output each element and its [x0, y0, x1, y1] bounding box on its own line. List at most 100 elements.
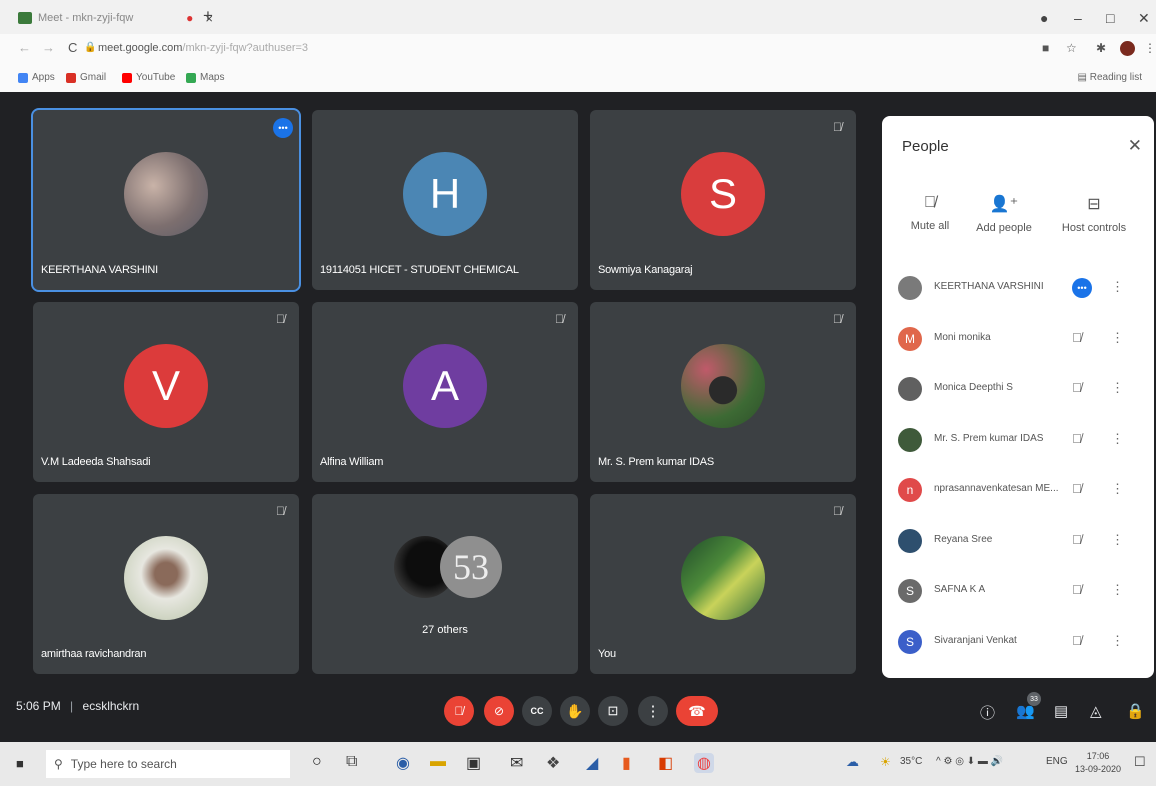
window-close-button[interactable]: ✕ — [1138, 10, 1150, 27]
self-tile[interactable]: 🎙̸ You — [590, 494, 856, 674]
mic-off-icon: 🎙̸ — [833, 312, 842, 326]
more-vert-icon[interactable]: ⋮ — [1111, 532, 1124, 548]
search-placeholder: Type here to search — [70, 757, 177, 771]
mail-icon[interactable]: ✉ — [510, 753, 523, 773]
participant-tile[interactable]: 🎙̸ V V.M Ladeeda Shahsadi — [33, 302, 299, 482]
weather-icon[interactable]: ☀ — [880, 755, 891, 769]
participant-tile[interactable]: 🎙̸ Mr. S. Prem kumar IDAS — [590, 302, 856, 482]
list-item[interactable]: KEERTHANA VARSHINI ••• ⋮ — [882, 264, 1154, 315]
more-options-button[interactable]: ⋮ — [638, 696, 668, 726]
more-options-icon[interactable]: ••• — [273, 118, 293, 138]
bookmark-label: Gmail — [80, 72, 107, 83]
raise-hand-button[interactable]: ✋ — [560, 696, 590, 726]
list-item[interactable]: Mr. S. Prem kumar IDAS 🎙̸ ⋮ — [882, 416, 1154, 467]
bookmark-maps[interactable]: Maps — [186, 72, 224, 83]
office-icon[interactable]: ◧ — [658, 753, 673, 773]
browser-tab-bar: Meet - mkn-zyji-fqw ● × + ● – □ ✕ — [0, 0, 1156, 34]
extensions-icon[interactable]: ✱ — [1096, 41, 1106, 55]
list-item[interactable]: Monica Deepthi S 🎙̸ ⋮ — [882, 365, 1154, 416]
onedrive-icon[interactable]: ☁ — [846, 754, 859, 770]
dropbox-icon[interactable]: ❖ — [546, 753, 560, 773]
participant-name: Sivaranjani Venkat — [934, 634, 1017, 646]
avatar: n — [898, 478, 922, 502]
participant-name: Reyana Sree — [934, 533, 993, 545]
browser-menu-icon[interactable]: ⋮ — [1144, 41, 1156, 55]
more-vert-icon[interactable]: ⋮ — [1111, 481, 1124, 497]
captions-button[interactable]: CC — [522, 696, 552, 726]
bookmark-youtube[interactable]: YouTube — [122, 72, 175, 83]
system-clock[interactable]: 17:06 13-09-2020 — [1075, 750, 1121, 776]
more-vert-icon[interactable]: ⋮ — [1111, 582, 1124, 598]
mute-all-button[interactable]: 🎙̸ Mute all — [890, 194, 970, 232]
camera-indicator-icon[interactable]: ■ — [1042, 41, 1049, 55]
participant-photo — [124, 152, 208, 236]
add-people-button[interactable]: 👤⁺ Add people — [964, 194, 1044, 234]
participant-name: SAFNA K A — [934, 584, 986, 595]
more-vert-icon[interactable]: ⋮ — [1111, 279, 1124, 295]
cortana-icon[interactable]: ○ — [312, 753, 322, 771]
participant-tile[interactable]: 🎙̸ S Sowmiya Kanagaraj — [590, 110, 856, 290]
reload-icon[interactable]: C — [68, 40, 77, 55]
list-item[interactable]: n nprasannavenkatesan ME... 🎙̸ ⋮ — [882, 466, 1154, 517]
others-tile[interactable]: 53 27 others — [312, 494, 578, 674]
host-controls-lock-icon[interactable]: 🔒 — [1126, 702, 1145, 720]
windows-start-icon[interactable]: ■ — [16, 756, 24, 771]
minimize-button[interactable]: – — [1074, 10, 1082, 26]
language-indicator[interactable]: ENG — [1046, 756, 1068, 767]
list-item[interactable]: S SAFNA K A 🎙̸ ⋮ — [882, 567, 1154, 618]
camera-toggle-button[interactable]: ⊘ — [484, 696, 514, 726]
bookmark-apps[interactable]: Apps — [18, 72, 55, 83]
file-explorer-icon[interactable]: ▬ — [430, 753, 446, 771]
participant-tile[interactable]: 🎙̸ amirthaa ravichandran — [33, 494, 299, 674]
participant-tile[interactable]: ••• KEERTHANA VARSHINI — [31, 108, 301, 292]
chat-icon[interactable]: ▤ — [1054, 702, 1068, 720]
participant-tile[interactable]: 🎙̸ A Alfina William — [312, 302, 578, 482]
profile-avatar[interactable] — [1120, 41, 1135, 56]
store-icon[interactable]: ▣ — [466, 753, 481, 773]
meeting-details-icon[interactable]: ⓘ — [980, 702, 995, 723]
app-icon[interactable]: ◢ — [586, 753, 598, 773]
participant-count-badge: 33 — [1027, 692, 1041, 706]
edge-icon[interactable]: ◉ — [396, 753, 410, 773]
participant-name: KEERTHANA VARSHINI — [41, 264, 159, 276]
action-label: Add people — [976, 222, 1032, 234]
host-controls-button[interactable]: ⊟ Host controls — [1052, 194, 1136, 234]
chrome-icon[interactable]: ◍ — [694, 753, 714, 773]
bookmark-star-icon[interactable]: ☆ — [1066, 41, 1077, 55]
mic-toggle-button[interactable]: 🎙̸ — [444, 696, 474, 726]
more-vert-icon[interactable]: ⋮ — [1111, 431, 1124, 447]
notifications-icon[interactable]: ☐ — [1134, 754, 1146, 770]
panel-close-button[interactable]: ✕ — [1128, 136, 1142, 156]
panel-title: People — [902, 138, 949, 155]
url-field[interactable]: meet.google.com/mkn-zyji-fqw?authuser=3 — [98, 42, 308, 54]
maximize-button[interactable]: □ — [1106, 10, 1114, 26]
task-view-icon[interactable]: ⧉ — [346, 753, 357, 771]
list-item[interactable]: Reyana Sree 🎙̸ ⋮ — [882, 517, 1154, 568]
leave-call-button[interactable]: ☎ — [676, 696, 718, 726]
present-screen-button[interactable]: ⊡ — [598, 696, 628, 726]
more-vert-icon[interactable]: ⋮ — [1111, 380, 1124, 396]
url-host: meet.google.com — [98, 42, 183, 54]
powerpoint-icon[interactable]: ▮ — [622, 753, 631, 773]
taskbar-search-box[interactable]: ⚲ Type here to search — [46, 750, 290, 778]
list-item[interactable]: M Moni monika 🎙̸ ⋮ — [882, 315, 1154, 366]
forward-arrow-icon[interactable]: → — [42, 40, 55, 55]
participant-avatar: S — [681, 152, 765, 236]
record-indicator-icon: ● — [1040, 10, 1049, 26]
activities-icon[interactable]: ◬ — [1090, 702, 1102, 720]
others-label: 27 others — [422, 624, 468, 636]
back-arrow-icon[interactable]: ← — [18, 40, 31, 55]
tray-icons[interactable]: ^ ⚙ ◎ ⬇ ▬ 🔊 — [936, 756, 1003, 767]
meeting-code: ecsklhckrn — [82, 699, 140, 713]
more-vert-icon[interactable]: ⋮ — [1111, 633, 1124, 649]
list-item[interactable]: S Sivaranjani Venkat 🎙̸ ⋮ — [882, 618, 1154, 669]
reading-list-button[interactable]: ▤ Reading list — [1078, 72, 1143, 83]
bookmark-label: YouTube — [136, 72, 176, 83]
bookmark-gmail[interactable]: Gmail — [66, 72, 106, 83]
browser-tab[interactable]: Meet - mkn-zyji-fqw ● × — [18, 4, 213, 32]
participant-tile[interactable]: H 19114051 HICET - STUDENT CHEMICAL — [312, 110, 578, 290]
new-tab-button[interactable]: + — [203, 6, 213, 26]
more-vert-icon[interactable]: ⋮ — [1111, 330, 1124, 346]
clock-time: 17:06 — [1086, 751, 1110, 761]
host-controls-icon: ⊟ — [1087, 196, 1101, 213]
